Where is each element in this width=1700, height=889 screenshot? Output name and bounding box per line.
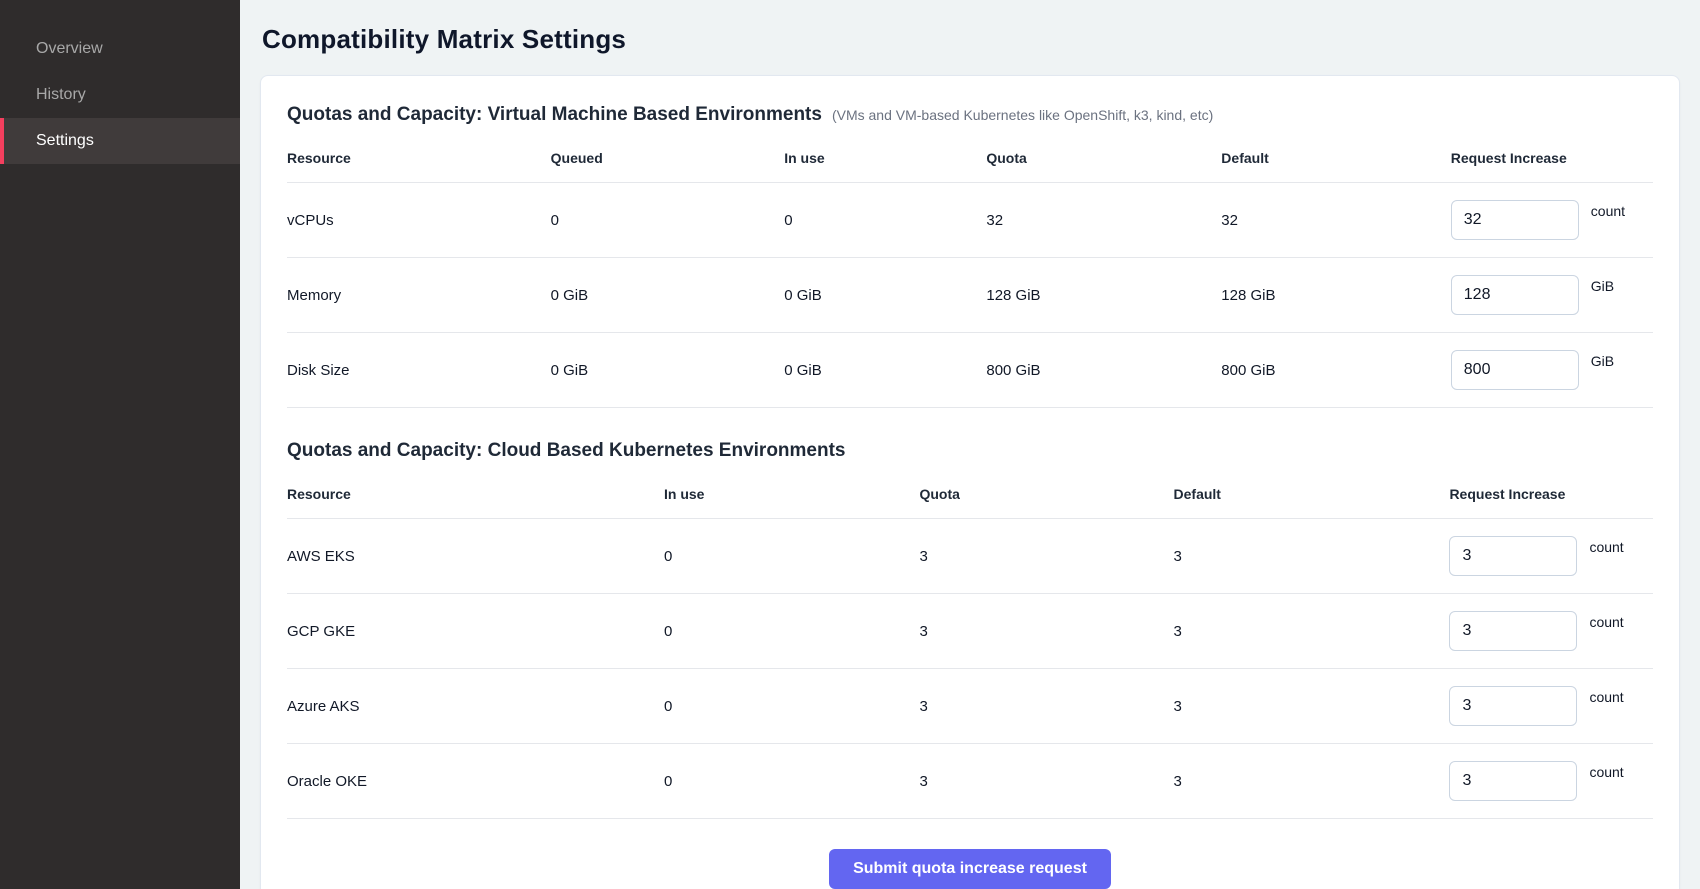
memory-request-input[interactable] <box>1451 275 1579 315</box>
gcp-gke-request-input[interactable] <box>1449 611 1577 651</box>
gcp-gke-unit-label: count <box>1589 614 1623 630</box>
aws-eks-in-use-value: 0 <box>664 548 919 565</box>
disk-size-default-value: 800 GiB <box>1221 362 1450 379</box>
gcp-gke-in-use-value: 0 <box>664 623 919 640</box>
k8s-header-request-increase: Request Increase <box>1449 486 1653 502</box>
table-row: GCP GKE 0 3 3 count <box>287 594 1653 669</box>
table-row: Oracle OKE 0 3 3 count <box>287 744 1653 819</box>
oracle-oke-unit-label: count <box>1589 764 1623 780</box>
sidebar-item-overview[interactable]: Overview <box>0 26 240 72</box>
memory-quota-value: 128 GiB <box>986 287 1221 304</box>
table-row: Azure AKS 0 3 3 count <box>287 669 1653 744</box>
table-row: vCPUs 0 0 32 32 count <box>287 183 1653 258</box>
memory-resource-label: Memory <box>287 287 551 304</box>
page-title: Compatibility Matrix Settings <box>262 24 1680 55</box>
azure-aks-unit-label: count <box>1589 689 1623 705</box>
disk-size-queued-value: 0 GiB <box>551 362 785 379</box>
disk-size-quota-value: 800 GiB <box>986 362 1221 379</box>
oracle-oke-in-use-value: 0 <box>664 773 919 790</box>
aws-eks-resource-label: AWS EKS <box>287 548 664 565</box>
table-row: Disk Size 0 GiB 0 GiB 800 GiB 800 GiB Gi… <box>287 333 1653 408</box>
vm-header-in-use: In use <box>784 150 986 166</box>
aws-eks-request-input[interactable] <box>1449 536 1577 576</box>
vm-section-subheading: (VMs and VM-based Kubernetes like OpenSh… <box>832 107 1213 123</box>
oracle-oke-resource-label: Oracle OKE <box>287 773 664 790</box>
vcpus-default-value: 32 <box>1221 212 1450 229</box>
table-row: Memory 0 GiB 0 GiB 128 GiB 128 GiB GiB <box>287 258 1653 333</box>
sidebar-item-history[interactable]: History <box>0 72 240 118</box>
vm-header-default: Default <box>1221 150 1450 166</box>
vcpus-request-input[interactable] <box>1451 200 1579 240</box>
memory-default-value: 128 GiB <box>1221 287 1450 304</box>
sidebar-item-overview-label: Overview <box>36 40 103 58</box>
k8s-section-heading: Quotas and Capacity: Cloud Based Kuberne… <box>287 440 846 462</box>
submit-quota-increase-button[interactable]: Submit quota increase request <box>829 849 1111 889</box>
vm-section-heading: Quotas and Capacity: Virtual Machine Bas… <box>287 104 822 126</box>
k8s-header-in-use: In use <box>664 486 919 502</box>
k8s-quotas-section: Quotas and Capacity: Cloud Based Kuberne… <box>287 440 1653 819</box>
disk-size-resource-label: Disk Size <box>287 362 551 379</box>
sidebar: Overview History Settings <box>0 0 240 889</box>
sidebar-item-settings[interactable]: Settings <box>0 118 240 164</box>
azure-aks-resource-label: Azure AKS <box>287 698 664 715</box>
memory-in-use-value: 0 GiB <box>784 287 986 304</box>
azure-aks-default-value: 3 <box>1174 698 1450 715</box>
gcp-gke-quota-value: 3 <box>919 623 1173 640</box>
vm-table-header-row: Resource Queued In use Quota Default Req… <box>287 146 1653 183</box>
vm-header-request-increase: Request Increase <box>1451 150 1653 166</box>
aws-eks-quota-value: 3 <box>919 548 1173 565</box>
settings-card: Quotas and Capacity: Virtual Machine Bas… <box>260 75 1680 889</box>
vcpus-queued-value: 0 <box>551 212 785 229</box>
sidebar-item-history-label: History <box>36 86 86 104</box>
memory-unit-label: GiB <box>1591 278 1614 294</box>
vcpus-resource-label: vCPUs <box>287 212 551 229</box>
k8s-header-quota: Quota <box>919 486 1173 502</box>
k8s-header-default: Default <box>1174 486 1450 502</box>
oracle-oke-quota-value: 3 <box>919 773 1173 790</box>
main-content: Compatibility Matrix Settings Quotas and… <box>240 0 1700 889</box>
table-row: AWS EKS 0 3 3 count <box>287 519 1653 594</box>
k8s-quota-table: Resource In use Quota Default Request In… <box>287 482 1653 819</box>
vm-header-resource: Resource <box>287 150 551 166</box>
aws-eks-default-value: 3 <box>1174 548 1450 565</box>
vm-header-quota: Quota <box>986 150 1221 166</box>
vcpus-quota-value: 32 <box>986 212 1221 229</box>
oracle-oke-request-input[interactable] <box>1449 761 1577 801</box>
azure-aks-quota-value: 3 <box>919 698 1173 715</box>
vm-quota-table: Resource Queued In use Quota Default Req… <box>287 146 1653 408</box>
gcp-gke-default-value: 3 <box>1174 623 1450 640</box>
azure-aks-request-input[interactable] <box>1449 686 1577 726</box>
disk-size-request-input[interactable] <box>1451 350 1579 390</box>
aws-eks-unit-label: count <box>1589 539 1623 555</box>
k8s-table-header-row: Resource In use Quota Default Request In… <box>287 482 1653 519</box>
k8s-header-resource: Resource <box>287 486 664 502</box>
vm-quotas-section: Quotas and Capacity: Virtual Machine Bas… <box>287 104 1653 408</box>
disk-size-in-use-value: 0 GiB <box>784 362 986 379</box>
vm-header-queued: Queued <box>551 150 785 166</box>
oracle-oke-default-value: 3 <box>1174 773 1450 790</box>
azure-aks-in-use-value: 0 <box>664 698 919 715</box>
vcpus-in-use-value: 0 <box>784 212 986 229</box>
disk-size-unit-label: GiB <box>1591 353 1614 369</box>
gcp-gke-resource-label: GCP GKE <box>287 623 664 640</box>
memory-queued-value: 0 GiB <box>551 287 785 304</box>
sidebar-item-settings-label: Settings <box>36 132 94 150</box>
vcpus-unit-label: count <box>1591 203 1625 219</box>
